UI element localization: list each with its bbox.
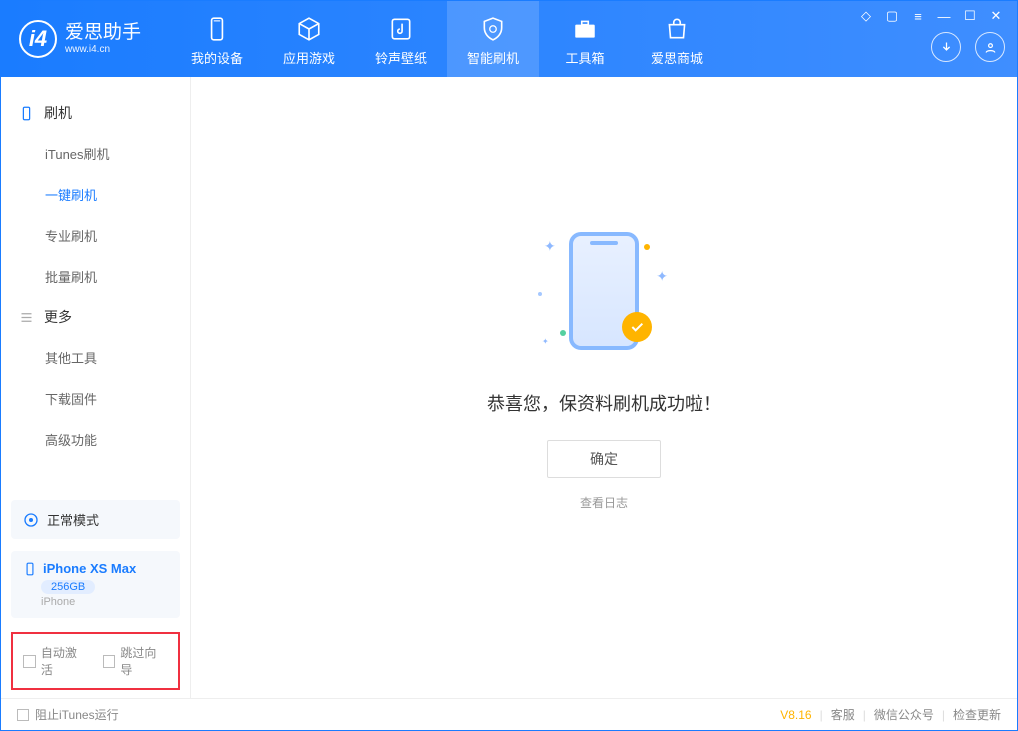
confirm-button[interactable]: 确定 xyxy=(547,440,661,478)
minimize-button[interactable]: ― xyxy=(937,9,951,23)
success-illustration: ✦ ✦ ✦ xyxy=(534,224,674,364)
device-mode-card[interactable]: 正常模式 xyxy=(11,500,180,539)
main-tabs: 我的设备 应用游戏 铃声壁纸 智能刷机 工具箱 爱思商城 xyxy=(171,1,723,77)
device-info-card[interactable]: iPhone XS Max 256GB iPhone xyxy=(11,551,180,618)
logo-title: 爱思助手 xyxy=(65,23,141,44)
tab-apps-games[interactable]: 应用游戏 xyxy=(263,1,355,77)
account-button[interactable] xyxy=(975,32,1005,62)
logo-icon: i4 xyxy=(19,20,57,58)
window-controls: ◇ ▢ ≡ ― ☐ ✕ xyxy=(859,9,1003,23)
checkbox-auto-activate[interactable]: 自动激活 xyxy=(23,644,89,678)
bag-icon xyxy=(664,16,690,42)
main-content: ✦ ✦ ✦ 恭喜您，保资料刷机成功啦！ 确定 查看日志 xyxy=(191,77,1017,698)
dot-decor xyxy=(560,330,566,336)
version-label: V8.16 xyxy=(780,708,811,722)
check-badge-icon xyxy=(622,312,652,342)
close-button[interactable]: ✕ xyxy=(989,9,1003,23)
tab-ringtones-wallpapers[interactable]: 铃声壁纸 xyxy=(355,1,447,77)
success-message: 恭喜您，保资料刷机成功啦！ xyxy=(487,390,721,416)
sidebar-item-pro-flash[interactable]: 专业刷机 xyxy=(1,215,190,256)
sidebar-category-flash: 刷机 xyxy=(1,93,190,133)
phone-small-icon xyxy=(19,106,34,121)
checkbox-block-itunes[interactable]: 阻止iTunes运行 xyxy=(17,706,119,723)
checkbox-skip-guide[interactable]: 跳过向导 xyxy=(103,644,169,678)
sparkle-icon: ✦ xyxy=(542,337,549,346)
device-name: iPhone XS Max xyxy=(43,561,136,576)
tab-toolbox[interactable]: 工具箱 xyxy=(539,1,631,77)
dot-decor xyxy=(538,292,542,296)
logo-subtitle: www.i4.cn xyxy=(65,44,141,55)
sparkle-icon: ✦ xyxy=(544,238,556,255)
body: 刷机 iTunes刷机 一键刷机 专业刷机 批量刷机 更多 其他工具 下载固件 … xyxy=(1,77,1017,698)
device-icon xyxy=(23,562,37,576)
check-update-link[interactable]: 检查更新 xyxy=(953,706,1001,723)
logo[interactable]: i4 爱思助手 www.i4.cn xyxy=(19,20,141,58)
shield-refresh-icon xyxy=(480,16,506,42)
view-log-link[interactable]: 查看日志 xyxy=(580,494,628,511)
sidebar-item-other-tools[interactable]: 其他工具 xyxy=(1,337,190,378)
device-type: iPhone xyxy=(41,596,75,608)
sparkle-icon: ✦ xyxy=(656,268,668,285)
sidebar-category-more: 更多 xyxy=(1,297,190,337)
support-link[interactable]: 客服 xyxy=(831,706,855,723)
mode-icon xyxy=(23,512,39,528)
sidebar: 刷机 iTunes刷机 一键刷机 专业刷机 批量刷机 更多 其他工具 下载固件 … xyxy=(1,77,191,698)
flash-options-highlighted: 自动激活 跳过向导 xyxy=(11,632,180,690)
header: i4 爱思助手 www.i4.cn 我的设备 应用游戏 铃声壁纸 智能刷机 工具… xyxy=(1,1,1017,77)
feedback-icon[interactable]: ▢ xyxy=(885,9,899,23)
tab-smart-flash[interactable]: 智能刷机 xyxy=(447,1,539,77)
sidebar-item-oneclick-flash[interactable]: 一键刷机 xyxy=(1,174,190,215)
sidebar-item-advanced[interactable]: 高级功能 xyxy=(1,419,190,460)
tab-my-device[interactable]: 我的设备 xyxy=(171,1,263,77)
tab-store[interactable]: 爱思商城 xyxy=(631,1,723,77)
list-icon xyxy=(19,310,34,325)
menu-icon[interactable]: ≡ xyxy=(911,9,925,23)
phone-icon xyxy=(204,16,230,42)
download-button[interactable] xyxy=(931,32,961,62)
wechat-link[interactable]: 微信公众号 xyxy=(874,706,934,723)
dot-decor xyxy=(644,244,650,250)
sidebar-item-itunes-flash[interactable]: iTunes刷机 xyxy=(1,133,190,174)
sidebar-item-download-firmware[interactable]: 下载固件 xyxy=(1,378,190,419)
skin-icon[interactable]: ◇ xyxy=(859,9,873,23)
toolbox-icon xyxy=(572,16,598,42)
cube-icon xyxy=(296,16,322,42)
device-storage-badge: 256GB xyxy=(41,580,95,594)
music-note-icon xyxy=(388,16,414,42)
maximize-button[interactable]: ☐ xyxy=(963,9,977,23)
footer: 阻止iTunes运行 V8.16 | 客服 | 微信公众号 | 检查更新 xyxy=(1,698,1017,730)
sidebar-item-batch-flash[interactable]: 批量刷机 xyxy=(1,256,190,297)
